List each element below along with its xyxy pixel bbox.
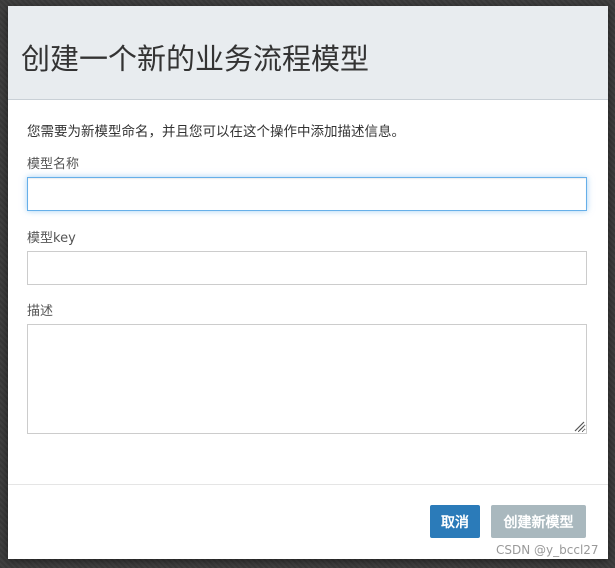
csdn-watermark: CSDN @y_bccl27 bbox=[496, 543, 599, 557]
cancel-button[interactable]: 取消 bbox=[430, 505, 480, 538]
dialog-title: 创建一个新的业务流程模型 bbox=[21, 42, 370, 76]
resize-handle-icon[interactable] bbox=[573, 420, 585, 432]
footer-divider bbox=[8, 484, 608, 485]
dialog-intro-text: 您需要为新模型命名，并且您可以在这个操作中添加描述信息。 bbox=[27, 124, 405, 140]
create-model-button[interactable]: 创建新模型 bbox=[491, 505, 586, 538]
model-key-label: 模型key bbox=[27, 231, 76, 246]
model-name-input[interactable] bbox=[27, 177, 587, 211]
dialog-header: 创建一个新的业务流程模型 bbox=[8, 6, 608, 100]
description-textarea[interactable] bbox=[27, 324, 587, 434]
model-name-label: 模型名称 bbox=[27, 157, 80, 172]
create-model-dialog: 创建一个新的业务流程模型 您需要为新模型命名，并且您可以在这个操作中添加描述信息… bbox=[8, 6, 608, 559]
description-label: 描述 bbox=[27, 304, 54, 319]
model-key-input[interactable] bbox=[27, 251, 587, 285]
